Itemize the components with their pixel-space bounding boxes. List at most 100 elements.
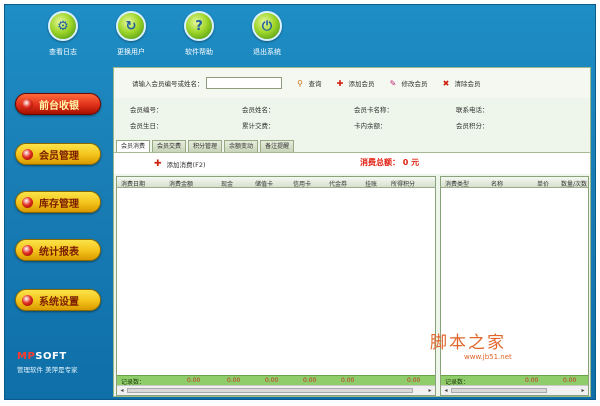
edit-member-button[interactable]: ✎ 修改会员 [389, 78, 428, 89]
column-header[interactable]: 挂账 [365, 179, 377, 188]
nav-label: 前台收银 [39, 100, 79, 112]
member-search-bar: 请输入会员编号或姓名： ⚲ 查询 ✚ 添加会员 ✎ 修改会员 ✖ 清除会员 [114, 68, 590, 98]
plus-icon: ✚ [154, 159, 162, 169]
tab-member-consume[interactable]: 会员消费 [116, 140, 151, 152]
help-icon: ? [184, 11, 214, 41]
help-button[interactable]: ? 软件帮助 [169, 11, 229, 57]
column-header[interactable]: 储值卡 [255, 179, 273, 188]
bullet-icon [22, 196, 33, 208]
tab-bar: 会员消费 会员交费 积分管理 余额变动 备注提醒 [116, 140, 296, 152]
footer-value: 0.00 [525, 377, 539, 384]
logo-prefix: MP [17, 351, 36, 362]
footer-value: 0.00 [563, 377, 577, 384]
table-header: 消费类型 名称 单价 数量/次数 [441, 177, 588, 188]
pencil-icon: ✎ [389, 78, 397, 88]
view-log-button[interactable]: ⚙ 查看日志 [33, 11, 93, 57]
table-footer: 记录数： 0.00 0.00 [441, 375, 588, 386]
app-window: ⚙ 查看日志 ↻ 更换用户 ? 软件帮助 ⏻ 退出系统 前台收银 会员管理 库存… [4, 4, 596, 400]
column-header[interactable]: 代金券 [329, 179, 347, 188]
card-name-field: 会员卡名称： [354, 106, 393, 114]
footer-value: 0.00 [265, 377, 279, 384]
column-header[interactable]: 消费金额 [169, 179, 193, 188]
clear-member-button[interactable]: ✖ 清除会员 [442, 78, 481, 89]
column-header[interactable]: 名称 [491, 179, 503, 188]
add-member-button[interactable]: ✚ 添加会员 [336, 78, 375, 89]
tab-reminders[interactable]: 备注提醒 [260, 140, 295, 152]
tab-points[interactable]: 积分管理 [188, 140, 223, 152]
edit-member-label: 修改会员 [401, 80, 428, 88]
left-nav: 前台收银 会员管理 库存管理 统计报表 系统设置 MPSOFT 管理软件 美萍是… [5, 67, 113, 399]
consume-toolbar: ✚ 添加消费(F2) 消费总额： 0 元 [114, 152, 590, 174]
query-button[interactable]: ⚲ 查询 [296, 78, 322, 89]
plus-icon: ✚ [336, 78, 344, 88]
footer-value: 0.00 [227, 377, 241, 384]
column-header[interactable]: 消费类型 [445, 179, 469, 188]
consume-total: 消费总额： 0 元 [360, 157, 419, 168]
add-member-label: 添加会员 [348, 80, 375, 88]
table-header: 消费日期 消费金额 现金 储值卡 信用卡 代金券 挂账 所得积分 [117, 177, 435, 188]
main-panel: 请输入会员编号或姓名： ⚲ 查询 ✚ 添加会员 ✎ 修改会员 ✖ 清除会员 会员… [113, 67, 591, 397]
scroll-right-icon[interactable]: ▸ [426, 387, 434, 394]
scroll-left-icon[interactable]: ◂ [442, 387, 450, 394]
nav-label: 统计报表 [39, 246, 79, 258]
member-no-field: 会员编号： [130, 106, 163, 114]
nav-statistics-reports[interactable]: 统计报表 [15, 239, 101, 261]
footer-value: 0.00 [341, 377, 355, 384]
phone-field: 联系电话： [456, 106, 489, 114]
column-header[interactable]: 数量/次数 [561, 179, 587, 188]
table-footer: 记录数： 0.00 0.00 0.00 0.00 0.00 0.00 [117, 375, 435, 386]
switch-user-label: 更换用户 [117, 48, 145, 56]
nav-inventory-management[interactable]: 库存管理 [15, 191, 101, 213]
bullet-icon [22, 148, 33, 160]
horizontal-scrollbar[interactable]: ◂ ▸ [441, 385, 588, 395]
column-header[interactable]: 现金 [221, 179, 233, 188]
tab-member-payment[interactable]: 会员交费 [152, 140, 187, 152]
column-header[interactable]: 消费日期 [121, 179, 145, 188]
add-consume-button[interactable]: ✚ 添加消费(F2) [154, 159, 206, 169]
horizontal-scrollbar[interactable]: ◂ ▸ [117, 385, 435, 395]
log-icon: ⚙ [48, 11, 78, 41]
add-consume-label: 添加消费(F2) [166, 161, 206, 169]
birthday-field: 会员生日： [130, 122, 163, 130]
footer-value: 0.00 [407, 377, 421, 384]
nav-system-settings[interactable]: 系统设置 [15, 289, 101, 311]
total-consume-field: 累计交费： [242, 122, 275, 130]
nav-label: 系统设置 [39, 296, 79, 308]
scroll-thumb[interactable] [451, 388, 547, 393]
consume-items-table[interactable]: 消费类型 名称 单价 数量/次数 记录数： 0.00 0.00 ◂ ▸ [440, 176, 589, 396]
query-label: 查询 [308, 80, 322, 88]
exit-label: 退出系统 [253, 48, 281, 56]
column-header[interactable]: 信用卡 [293, 179, 311, 188]
bullet-icon [22, 244, 33, 256]
member-info: 会员编号： 会员姓名： 会员卡名称： 联系电话： 会员生日： 累计交费： 卡内余… [114, 100, 590, 136]
points-field: 会员积分： [456, 122, 489, 130]
total-value: 0 [402, 158, 409, 167]
member-name-field: 会员姓名： [242, 106, 275, 114]
member-search-input[interactable] [205, 77, 282, 89]
search-label: 请输入会员编号或姓名： [132, 80, 204, 88]
brand: MPSOFT 管理软件 美萍是专家 [17, 351, 78, 374]
brand-slogan: 管理软件 美萍是专家 [17, 366, 78, 374]
switch-user-button[interactable]: ↻ 更换用户 [101, 11, 161, 57]
power-icon: ⏻ [252, 11, 282, 41]
nav-front-cashier[interactable]: 前台收银 [15, 93, 101, 115]
total-label: 消费总额： [360, 158, 400, 167]
scroll-left-icon[interactable]: ◂ [118, 387, 126, 394]
tab-balance-change[interactable]: 余额变动 [224, 140, 259, 152]
brand-logo: MPSOFT [17, 351, 78, 362]
card-balance-field: 卡内余额： [354, 122, 387, 130]
exit-button[interactable]: ⏻ 退出系统 [237, 11, 297, 57]
help-label: 软件帮助 [185, 48, 213, 56]
view-log-label: 查看日志 [49, 48, 77, 56]
clear-member-label: 清除会员 [454, 80, 481, 88]
total-unit: 元 [411, 158, 420, 167]
scroll-thumb[interactable] [127, 388, 413, 393]
nav-label: 库存管理 [39, 198, 79, 210]
footer-value: 0.00 [303, 377, 317, 384]
scroll-right-icon[interactable]: ▸ [579, 387, 587, 394]
nav-member-management[interactable]: 会员管理 [15, 143, 101, 165]
column-header[interactable]: 所得积分 [391, 179, 415, 188]
column-header[interactable]: 单价 [537, 179, 549, 188]
consume-records-table[interactable]: 消费日期 消费金额 现金 储值卡 信用卡 代金券 挂账 所得积分 记录数： 0.… [116, 176, 436, 396]
logo-suffix: SOFT [35, 351, 67, 362]
